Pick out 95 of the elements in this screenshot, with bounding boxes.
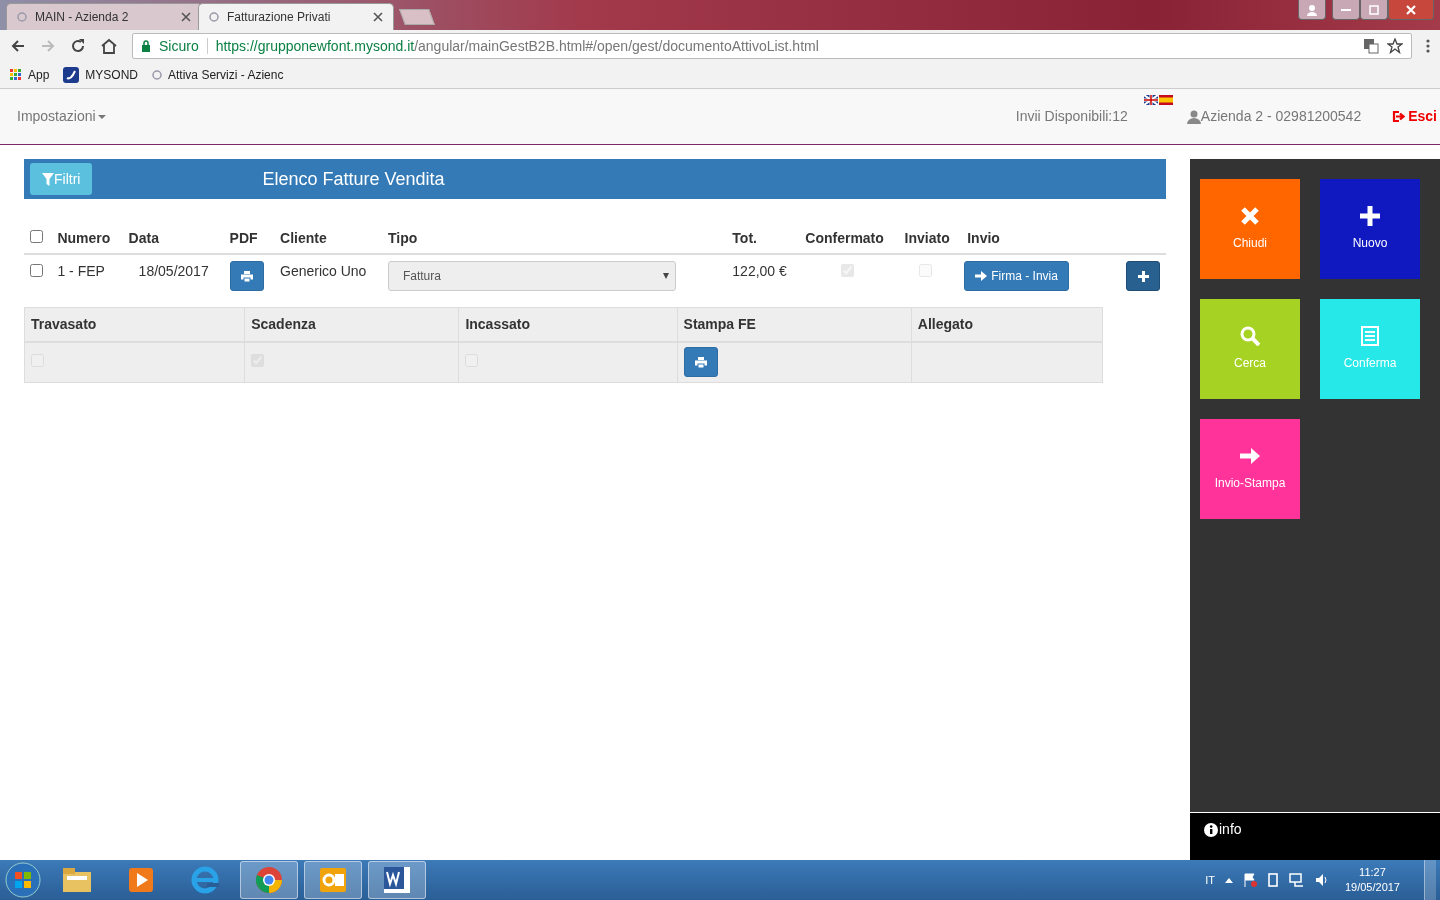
reload-icon[interactable] [70, 38, 86, 54]
column-header: Tot. [726, 223, 800, 254]
column-header: Tipo [381, 223, 727, 254]
pdf-button[interactable] [229, 261, 264, 291]
taskbar-app[interactable] [304, 861, 362, 899]
column-header: Allegato [911, 307, 1103, 342]
secure-label: Sicuro [159, 36, 199, 56]
flag-alert-icon[interactable] [1242, 873, 1257, 887]
close-icon [1240, 206, 1260, 226]
send-button[interactable]: Firma - Invia [964, 261, 1069, 291]
column-header: Numero [51, 223, 123, 254]
bookmark[interactable]: MYSOND [63, 66, 139, 84]
funnel-icon [42, 172, 54, 186]
user-icon [1186, 109, 1201, 124]
select-all-checkbox[interactable] [30, 230, 43, 243]
minimize-button[interactable] [1332, 0, 1360, 20]
panel-title: Elenco Fatture Vendita [262, 167, 445, 191]
close-icon[interactable] [181, 12, 191, 22]
info-link[interactable]: info [1204, 819, 1242, 840]
column-header: Confermato [799, 223, 899, 254]
printer-icon [240, 270, 253, 282]
logout-icon [1391, 110, 1406, 123]
table-cell: 122,00 € [732, 263, 787, 279]
speaker-icon[interactable] [1314, 873, 1329, 887]
home-icon[interactable] [100, 38, 118, 54]
device-icon[interactable] [1266, 873, 1279, 887]
search-icon [1240, 326, 1260, 346]
profile-button[interactable] [1298, 0, 1326, 20]
address-url: https://grupponewfont.mysond.it/angular/mainGestB2B.html#/open/gest/documentoAttivoList.html [215, 36, 819, 56]
column-header: Incassato [458, 307, 678, 342]
page-icon [17, 12, 27, 22]
column-header: PDF [223, 223, 275, 254]
maximize-button[interactable] [1360, 0, 1388, 20]
info-icon [1204, 822, 1218, 837]
grid-icon [10, 69, 22, 81]
chrome-icon [253, 864, 285, 896]
tile-button[interactable]: Nuovo [1320, 179, 1420, 279]
row-checkbox[interactable] [30, 264, 43, 277]
translate-icon[interactable] [1363, 38, 1379, 54]
clock[interactable]: 11:27 19/05/2017 [1338, 864, 1414, 896]
uk-flag-icon[interactable] [1143, 95, 1158, 105]
chevron-up-icon[interactable] [1224, 877, 1233, 883]
credits-label: Invii Disponibili:12 [1015, 107, 1128, 126]
network-icon[interactable] [1288, 873, 1305, 887]
type-select[interactable]: Fattura [387, 261, 676, 291]
logout-link[interactable]: Esci [1391, 106, 1437, 127]
plus-icon [1137, 270, 1149, 282]
browser-tab[interactable]: Fatturazione Privati [198, 3, 394, 30]
tile-button[interactable]: Chiudi [1200, 179, 1300, 279]
column-header: Scadenza [244, 307, 459, 342]
tab-title: MAIN - Azienda 2 [35, 9, 130, 26]
language-indicator[interactable]: IT [1205, 871, 1215, 889]
back-icon[interactable] [10, 38, 26, 54]
user-label: Azienda 2 - 02981200542 [1186, 106, 1362, 127]
bookmark[interactable]: Attiva Servizi - Azienc [152, 66, 284, 84]
close-icon[interactable] [373, 12, 383, 22]
tile-button[interactable]: Invio-Stampa [1200, 419, 1300, 519]
person-icon [1306, 3, 1318, 16]
add-button[interactable] [1126, 261, 1160, 291]
page-icon [209, 12, 219, 22]
arrow-icon [1240, 446, 1260, 466]
printer-icon [694, 356, 707, 368]
menu-icon[interactable] [1426, 38, 1430, 54]
column-header: Cliente [274, 223, 382, 254]
spain-flag-icon[interactable] [1158, 95, 1173, 105]
document-w-icon [381, 864, 413, 896]
minimize-icon [1341, 8, 1351, 11]
taskbar-app[interactable] [368, 861, 426, 899]
star-icon[interactable] [1387, 38, 1403, 54]
settings-menu[interactable]: Impostazioni [17, 106, 106, 127]
tab-title: Fatturazione Privati [227, 9, 332, 26]
column-header: Invio [961, 223, 1086, 254]
column-header: Travasato [24, 307, 245, 342]
table-cell: Generico Uno [280, 263, 367, 279]
start-button[interactable] [4, 862, 42, 898]
new-tab-button[interactable] [399, 9, 435, 25]
lock-icon [141, 40, 151, 52]
maximize-icon [1367, 3, 1381, 16]
browser-e-icon [189, 864, 221, 896]
table-cell: 1 - FEP [57, 263, 105, 279]
page-icon [152, 70, 163, 80]
print-button[interactable] [683, 347, 718, 377]
table-cell: 18/05/2017 [138, 263, 209, 279]
arrow-icon [975, 271, 988, 281]
address-bar[interactable]: Sicuro https://grupponewfont.mysond.it/angular/mainGestB2B.html#/open/gest/documentoAttivoList.html [132, 33, 1412, 59]
close-button[interactable] [1388, 0, 1434, 20]
column-header: Stampa FE [677, 307, 912, 342]
logo-icon [63, 67, 80, 83]
plus-icon [1360, 206, 1380, 226]
bookmark[interactable]: App [10, 66, 50, 84]
list-icon [1360, 326, 1380, 346]
column-header: Data [122, 223, 224, 254]
column-header: Inviato [898, 223, 962, 254]
windows-logo-icon [4, 862, 42, 898]
close-icon [1404, 3, 1418, 16]
